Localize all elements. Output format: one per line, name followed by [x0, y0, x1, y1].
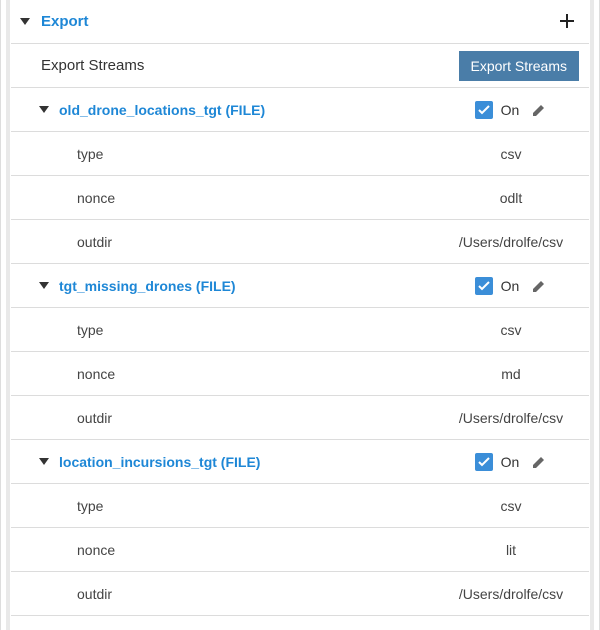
caret-down-icon	[39, 106, 49, 113]
prop-key: outdir	[69, 586, 112, 602]
add-stream-button[interactable]	[555, 9, 579, 35]
pencil-icon	[532, 455, 546, 469]
edit-stream-button[interactable]	[531, 278, 547, 294]
section-header-row: Export	[11, 0, 589, 44]
panel-frame: Export Export Streams Export Streams old…	[0, 0, 600, 630]
section-caret[interactable]	[17, 18, 33, 25]
check-icon	[478, 104, 490, 116]
stream-prop-row: outdir /Users/drolfe/csv	[11, 572, 589, 616]
stream-name[interactable]: tgt_missing_drones (FILE)	[51, 278, 236, 294]
prop-value: csv	[451, 322, 571, 338]
stream-enabled-label: On	[501, 102, 520, 118]
prop-key: type	[69, 322, 103, 338]
section-title[interactable]: Export	[33, 13, 89, 30]
prop-value: csv	[451, 146, 571, 162]
prop-key: nonce	[69, 542, 115, 558]
plus-icon	[559, 13, 575, 29]
stream-enabled-label: On	[501, 278, 520, 294]
stream-prop-row: type csv	[11, 132, 589, 176]
stream-row: tgt_missing_drones (FILE) On	[11, 264, 589, 308]
prop-value: /Users/drolfe/csv	[451, 410, 571, 426]
prop-value: csv	[451, 498, 571, 514]
streams-header-label: Export Streams	[33, 57, 144, 74]
prop-key: type	[69, 146, 103, 162]
check-icon	[478, 280, 490, 292]
stream-row: location_incursions_tgt (FILE) On	[11, 440, 589, 484]
prop-value: odlt	[451, 190, 571, 206]
stream-prop-row: type csv	[11, 484, 589, 528]
check-icon	[478, 456, 490, 468]
caret-down-icon	[20, 18, 30, 25]
prop-value: lit	[451, 542, 571, 558]
prop-key: nonce	[69, 190, 115, 206]
stream-prop-row: nonce md	[11, 352, 589, 396]
stream-toggle-group: On	[451, 101, 571, 119]
prop-key: type	[69, 498, 103, 514]
stream-toggle-group: On	[451, 277, 571, 295]
prop-value: /Users/drolfe/csv	[451, 234, 571, 250]
pencil-icon	[532, 279, 546, 293]
stream-enabled-label: On	[501, 454, 520, 470]
prop-key: nonce	[69, 366, 115, 382]
stream-enabled-checkbox[interactable]	[475, 277, 493, 295]
stream-caret[interactable]	[17, 282, 51, 289]
edit-stream-button[interactable]	[531, 454, 547, 470]
pencil-icon	[532, 103, 546, 117]
prop-value: /Users/drolfe/csv	[451, 586, 571, 602]
streams-header-row: Export Streams Export Streams	[11, 44, 589, 88]
stream-row: old_drone_locations_tgt (FILE) On	[11, 88, 589, 132]
caret-down-icon	[39, 458, 49, 465]
prop-key: outdir	[69, 410, 112, 426]
edit-stream-button[interactable]	[531, 102, 547, 118]
stream-enabled-checkbox[interactable]	[475, 101, 493, 119]
stream-prop-row: type csv	[11, 308, 589, 352]
prop-key: outdir	[69, 234, 112, 250]
stream-name[interactable]: old_drone_locations_tgt (FILE)	[51, 102, 265, 118]
caret-down-icon	[39, 282, 49, 289]
prop-value: md	[451, 366, 571, 382]
stream-caret[interactable]	[17, 458, 51, 465]
stream-name[interactable]: location_incursions_tgt (FILE)	[51, 454, 260, 470]
panel-content: Export Export Streams Export Streams old…	[11, 0, 589, 616]
stream-caret[interactable]	[17, 106, 51, 113]
stream-prop-row: nonce odlt	[11, 176, 589, 220]
stream-enabled-checkbox[interactable]	[475, 453, 493, 471]
stream-prop-row: nonce lit	[11, 528, 589, 572]
stream-toggle-group: On	[451, 453, 571, 471]
stream-prop-row: outdir /Users/drolfe/csv	[11, 396, 589, 440]
stream-prop-row: outdir /Users/drolfe/csv	[11, 220, 589, 264]
export-streams-button[interactable]: Export Streams	[459, 51, 579, 81]
